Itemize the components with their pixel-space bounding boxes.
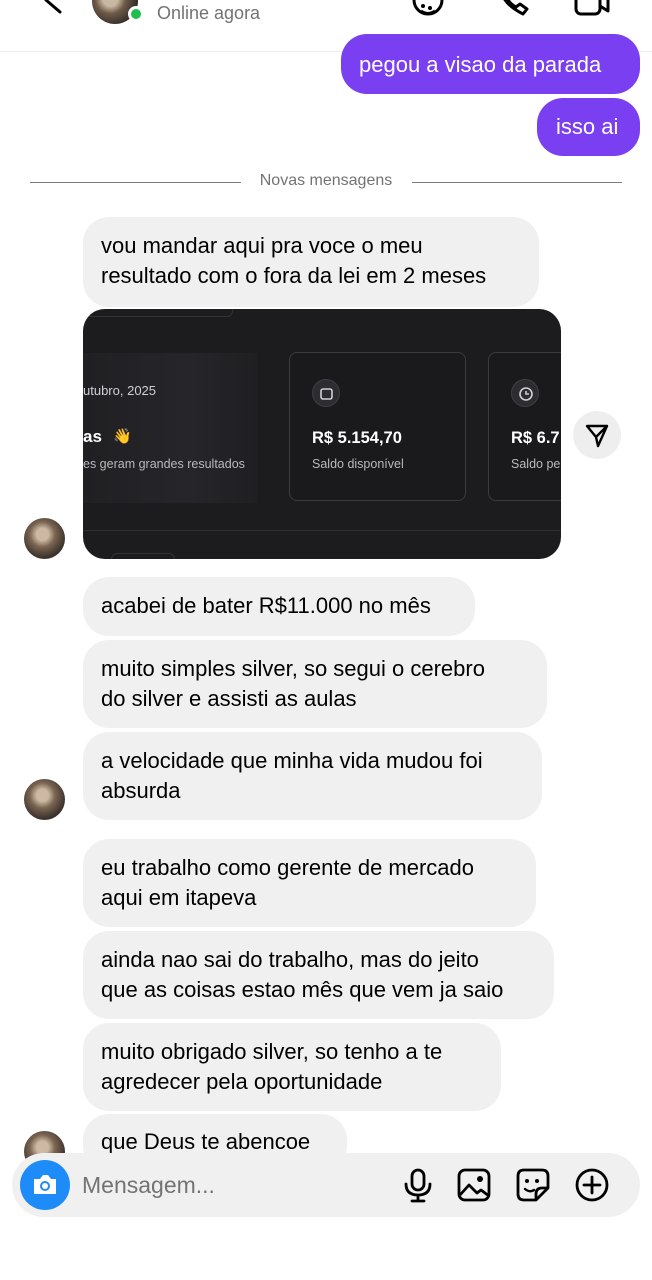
outgoing-message[interactable]: pegou a visao da parada: [341, 34, 640, 94]
incoming-message[interactable]: eu trabalho como gerente de mercado aqui…: [83, 839, 536, 927]
message-text-line: absurda: [101, 778, 181, 803]
incoming-message[interactable]: acabei de bater R$11.000 no mês: [83, 577, 475, 636]
incoming-message[interactable]: muito obrigado silver, so tenho a te agr…: [83, 1023, 501, 1111]
dashboard-date: utubro, 2025: [83, 383, 157, 398]
microphone-icon[interactable]: [400, 1167, 436, 1203]
message-composer: [12, 1153, 640, 1217]
incoming-message[interactable]: ainda nao sai do trabalho, mas do jeito …: [83, 931, 554, 1019]
dashboard-subtitle: es geram grandes resultados: [83, 457, 245, 471]
wave-hand-icon: 👋: [113, 428, 132, 445]
outgoing-message[interactable]: isso ai: [537, 98, 640, 156]
chevron-left-icon[interactable]: [40, 0, 68, 14]
message-text: pegou a visao da parada: [359, 52, 602, 77]
message-text-line: do silver e assisti as aulas: [101, 686, 357, 711]
divider-line: [83, 530, 561, 531]
message-text-line: agredecer pela oportunidade: [101, 1069, 383, 1094]
contact-avatar[interactable]: [24, 518, 65, 559]
balance-label: Saldo disponível: [312, 457, 404, 471]
incoming-message[interactable]: vou mandar aqui pra voce o meu resultado…: [83, 217, 539, 307]
balance-value: R$ 5.154,70: [312, 429, 402, 447]
pending-value: R$ 6.7: [511, 429, 560, 447]
camera-icon: [34, 1175, 56, 1194]
video-camera-icon[interactable]: [574, 0, 610, 18]
plus-circle-icon[interactable]: [574, 1167, 610, 1203]
contact-status: Online agora: [157, 3, 261, 23]
message-input[interactable]: [82, 1153, 382, 1217]
shared-screenshot[interactable]: utubro, 2025 as 👋 es geram grandes resul…: [83, 309, 561, 559]
share-button[interactable]: [573, 411, 621, 459]
message-text: acabei de bater R$11.000 no mês: [101, 593, 431, 618]
contact-avatar[interactable]: [24, 779, 65, 820]
message-text-line: eu trabalho como gerente de mercado: [101, 855, 475, 880]
message-text-line: resultado com o fora da lei em 2 meses: [101, 263, 487, 288]
tab-outline: [111, 553, 175, 559]
online-indicator: [128, 6, 144, 22]
message-text-line: aqui em itapeva: [101, 885, 257, 910]
image-icon[interactable]: [456, 1167, 492, 1203]
message-text: isso ai: [556, 114, 619, 139]
wallet-icon: [312, 379, 340, 407]
message-text-line: muito obrigado silver, so tenho a te: [101, 1039, 443, 1064]
incoming-message[interactable]: muito simples silver, so segui o cerebro…: [83, 640, 547, 728]
dashboard-heading: as: [83, 427, 102, 446]
pending-card: R$ 6.7 Saldo pe: [488, 352, 561, 501]
send-icon: [585, 424, 609, 448]
divider-label: Novas mensagens: [245, 172, 407, 189]
phone-icon[interactable]: [495, 0, 531, 18]
message-text-line: ainda nao sai do trabalho, mas do jeito: [101, 947, 479, 972]
sticker-icon[interactable]: [410, 0, 446, 18]
incoming-message[interactable]: a velocidade que minha vida mudou foi ab…: [83, 732, 542, 820]
welcome-panel: [83, 353, 258, 503]
tab-outline: [83, 309, 233, 317]
message-text-line: que as coisas estao mês que vem ja saio: [101, 977, 504, 1002]
message-text-line: a velocidade que minha vida mudou foi: [101, 748, 483, 773]
message-text-line: vou mandar aqui pra voce o meu: [101, 233, 423, 258]
message-text-line: muito simples silver, so segui o cerebro: [101, 656, 485, 681]
new-messages-divider: Novas mensagens: [0, 170, 652, 196]
balance-card: R$ 5.154,70 Saldo disponível: [289, 352, 466, 501]
camera-button[interactable]: [20, 1160, 70, 1210]
sticker-icon[interactable]: [515, 1167, 551, 1203]
clock-icon: [511, 379, 539, 407]
pending-label: Saldo pe: [511, 457, 561, 471]
